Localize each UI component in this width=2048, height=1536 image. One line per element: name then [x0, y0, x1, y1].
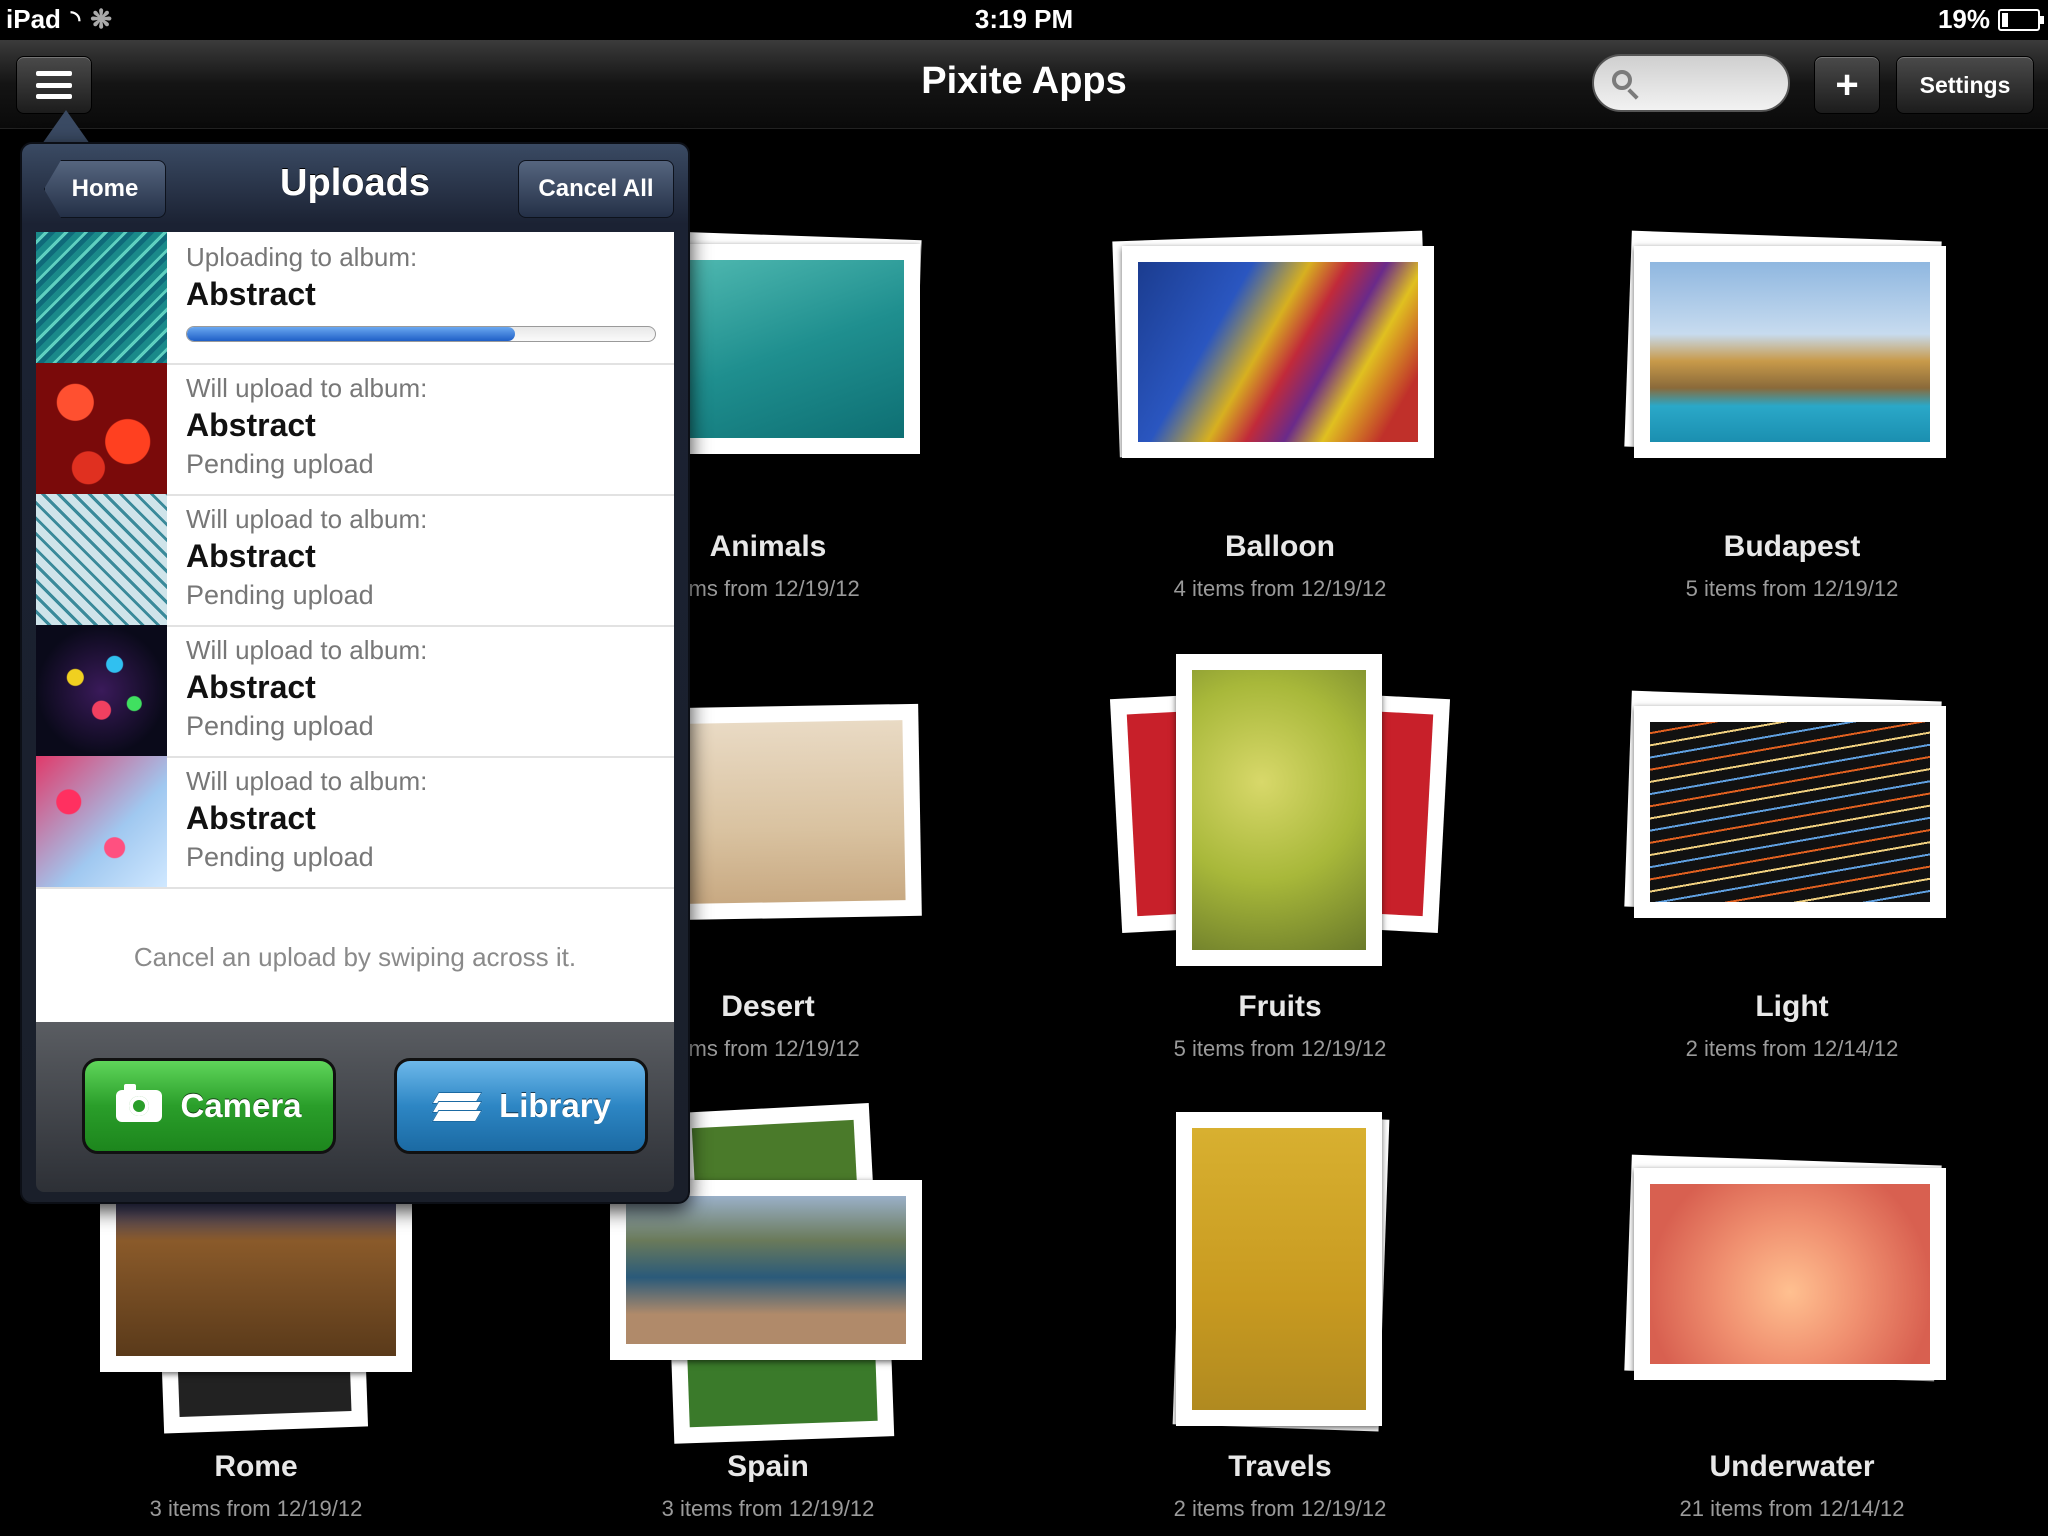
search-icon	[1612, 70, 1632, 90]
album-fruits[interactable]: Fruits 5 items from 12/19/12	[1080, 650, 1480, 1070]
upload-thumbnail	[36, 232, 167, 363]
search-field[interactable]	[1592, 54, 1790, 112]
album-cover-photo	[682, 720, 906, 904]
album-title: Travels	[1228, 1450, 1332, 1483]
upload-progress-bar	[186, 326, 656, 342]
album-subtitle: 4 items from 12/19/12	[1173, 576, 1387, 601]
album-subtitle: 3 items from 12/19/12	[149, 1496, 363, 1521]
upload-status: Pending upload	[186, 842, 374, 872]
upload-list: Uploading to album: Abstract Will upload…	[36, 232, 674, 1022]
album-underwater[interactable]: Underwater 21 items from 12/14/12	[1592, 1110, 1992, 1530]
album-balloon[interactable]: Balloon 4 items from 12/19/12	[1080, 230, 1480, 610]
album-title: Budapest	[1723, 530, 1861, 563]
upload-status: Pending upload	[186, 711, 374, 741]
battery-percent: 19%	[1937, 4, 1990, 34]
upload-thumbnail	[36, 625, 167, 756]
upload-thumbnail	[36, 756, 167, 887]
popover-header: Home Uploads Cancel All	[22, 144, 688, 232]
album-subtitle: 5 items from 12/19/12	[1685, 576, 1899, 601]
library-button-label: Library	[499, 1087, 611, 1124]
album-title: Rome	[214, 1450, 298, 1483]
upload-destination-label: Will upload to album:	[186, 373, 428, 403]
library-button[interactable]: Library	[394, 1058, 648, 1154]
upload-album-name: Abstract	[186, 669, 316, 705]
battery-icon	[1998, 8, 2044, 31]
album-cover	[666, 703, 922, 921]
album-cover	[1634, 246, 1946, 458]
cancel-all-button[interactable]: Cancel All	[518, 160, 674, 218]
upload-row[interactable]: Will upload to album: Abstract Pending u…	[36, 494, 674, 627]
album-light[interactable]: Light 2 items from 12/14/12	[1592, 690, 1992, 1070]
upload-row[interactable]: Will upload to album: Abstract Pending u…	[36, 625, 674, 758]
album-cover-photo	[1650, 262, 1930, 442]
upload-status: Pending upload	[186, 580, 374, 610]
upload-destination-label: Will upload to album:	[186, 635, 428, 665]
popover-arrow	[42, 110, 90, 144]
popover-footer: Camera Library	[36, 1022, 674, 1192]
album-cover	[1176, 1112, 1382, 1426]
album-budapest[interactable]: Budapest 5 items from 12/19/12	[1592, 230, 1992, 610]
album-title: Light	[1755, 990, 1829, 1023]
album-subtitle: 5 items from 12/19/12	[1173, 1036, 1387, 1061]
album-travels[interactable]: Travels 2 items from 12/19/12	[1080, 1110, 1480, 1530]
album-cover	[610, 1180, 922, 1360]
camera-button[interactable]: Camera	[82, 1058, 336, 1154]
upload-status: Pending upload	[186, 449, 374, 479]
status-time: 3:19 PM	[974, 4, 1074, 34]
album-cover	[1122, 246, 1434, 458]
album-cover-photo	[626, 1196, 906, 1344]
album-subtitle: 2 items from 12/14/12	[1685, 1036, 1899, 1061]
library-stack-icon	[431, 1090, 483, 1122]
upload-progress-fill	[187, 327, 515, 341]
album-title: Fruits	[1238, 990, 1322, 1023]
album-cover-photo	[1192, 670, 1366, 950]
upload-album-name: Abstract	[186, 800, 316, 836]
upload-thumbnail	[36, 494, 167, 625]
upload-album-name: Abstract	[186, 407, 316, 443]
upload-row[interactable]: Will upload to album: Abstract Pending u…	[36, 756, 674, 889]
upload-row[interactable]: Uploading to album: Abstract	[36, 232, 674, 365]
album-cover-photo	[1650, 1184, 1930, 1364]
album-subtitle: 21 items from 12/14/12	[1679, 1496, 1905, 1521]
album-cover	[1176, 654, 1382, 966]
upload-destination-label: Will upload to album:	[186, 504, 428, 534]
album-cover	[1634, 1168, 1946, 1380]
upload-album-name: Abstract	[186, 276, 316, 312]
album-cover-photo	[1650, 722, 1930, 902]
uploads-popover: Home Uploads Cancel All Uploading to alb…	[20, 142, 690, 1204]
album-cover	[668, 244, 920, 454]
album-cover-photo	[1138, 262, 1418, 442]
upload-album-name: Abstract	[186, 538, 316, 574]
upload-row[interactable]: Will upload to album: Abstract Pending u…	[36, 363, 674, 496]
menu-icon	[36, 71, 72, 99]
battery-fill	[2002, 12, 2008, 27]
upload-destination-label: Uploading to album:	[186, 242, 418, 272]
album-subtitle: 3 items from 12/19/12	[661, 1496, 875, 1521]
album-subtitle: 2 items from 12/19/12	[1173, 1496, 1387, 1521]
settings-button[interactable]: Settings	[1896, 56, 2034, 114]
add-button[interactable]: +	[1814, 56, 1880, 114]
menu-button[interactable]	[16, 56, 92, 114]
upload-thumbnail	[36, 363, 167, 494]
album-cover-photo	[684, 260, 904, 438]
album-title: Balloon	[1225, 530, 1335, 563]
swipe-hint: Cancel an upload by swiping across it.	[133, 942, 577, 972]
album-title: Underwater	[1709, 1450, 1875, 1483]
album-cover-photo	[1192, 1128, 1366, 1410]
upload-destination-label: Will upload to album:	[186, 766, 428, 796]
album-cover	[1634, 706, 1946, 918]
camera-button-label: Camera	[180, 1087, 302, 1124]
status-bar: iPad ◝ ❋ 3:19 PM 19%	[0, 0, 2048, 40]
album-title: Spain	[727, 1450, 809, 1483]
camera-icon	[116, 1084, 163, 1122]
